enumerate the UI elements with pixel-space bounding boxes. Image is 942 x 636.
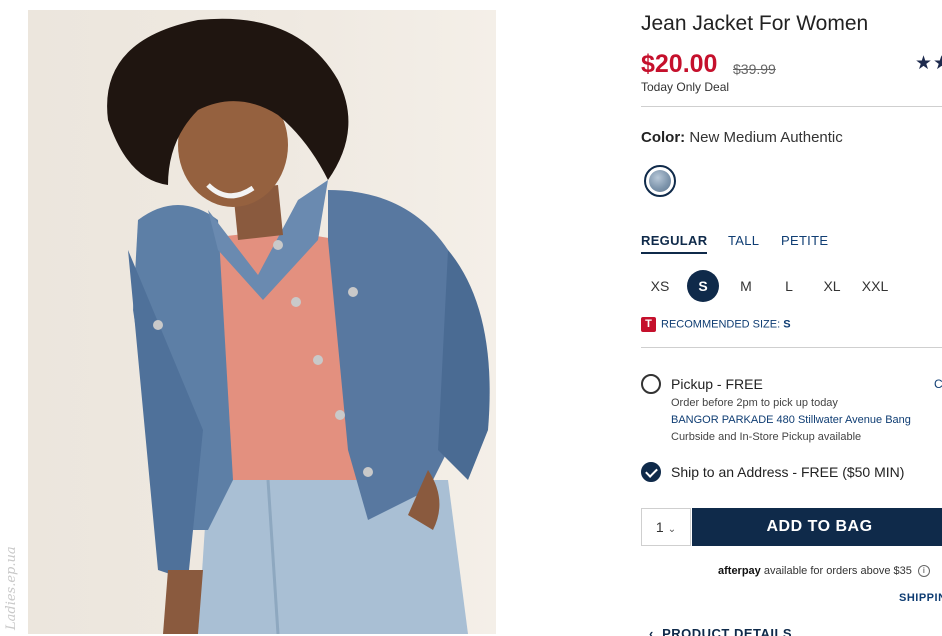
rating-stars-icon[interactable]: ★★ [915,52,942,75]
size-xl[interactable]: XL [816,270,848,302]
recommended-size-value: S [783,318,791,331]
afterpay-note: afterpay available for orders above $35 … [718,565,930,578]
product-photo-illustration [107,18,490,634]
pickup-radio[interactable] [641,374,661,394]
quantity-value: 1 [655,519,664,535]
color-swatch-medium-authentic[interactable] [644,165,676,197]
pickup-note: Order before 2pm to pick up today [671,397,838,409]
chevron-icon: ‹ [649,626,663,636]
size-xs[interactable]: XS [644,270,676,302]
afterpay-logo: afterpay [718,565,761,577]
swatch-fill [649,170,671,192]
shipping-link[interactable]: SHIPPIN [899,592,942,604]
curbside-note: Curbside and In-Store Pickup available [671,431,862,443]
divider [641,106,942,107]
ship-label: Ship to an Address - FREE ($50 MIN) [671,464,905,480]
color-label: Color: [641,129,686,146]
size-xxl[interactable]: XXL [859,270,891,302]
product-image[interactable] [28,10,496,634]
original-price: $39.99 [733,61,776,77]
pickup-label: Pickup - FREE [671,376,763,392]
info-icon[interactable]: i [917,565,930,578]
color-selection-label: Color: New Medium Authentic [641,129,843,146]
size-s[interactable]: S [687,270,719,302]
product-info-panel: Jean Jacket For Women $20.00 $39.99 Toda… [641,0,942,636]
sale-price: $20.00 [641,50,718,78]
ship-radio-check-icon[interactable] [641,462,661,482]
chevron-down-icon: ⌄ [667,524,677,535]
store-link[interactable]: BANGOR PARKADE 480 Stillwater Avenue Ban… [671,414,911,426]
quantity-select[interactable]: 1 ⌄ [641,508,691,546]
product-details-label: PRODUCT DETAILS [662,626,793,636]
product-details-toggle[interactable]: ‹ PRODUCT DETAILS [649,626,792,636]
afterpay-text: available for orders above $35 [763,565,912,577]
size-l[interactable]: L [773,270,805,302]
divider [641,347,942,348]
tab-petite[interactable]: PETITE [781,233,828,248]
true-fit-icon: T [641,317,656,332]
deal-label: Today Only Deal [641,80,730,94]
color-value: New Medium Authentic [689,129,843,146]
recommended-size[interactable]: T RECOMMENDED SIZE: S [641,317,791,332]
recommended-size-label: RECOMMENDED SIZE: [661,318,781,331]
tab-tall[interactable]: TALL [728,233,759,248]
tab-regular[interactable]: REGULAR [641,233,708,254]
add-to-bag-button[interactable]: ADD TO BAG [692,508,942,546]
product-title: Jean Jacket For Women [641,12,869,35]
change-store-link[interactable]: C [934,377,942,391]
size-m[interactable]: M [730,270,762,302]
watermark-text: Ladies.ep.ua [4,546,19,630]
